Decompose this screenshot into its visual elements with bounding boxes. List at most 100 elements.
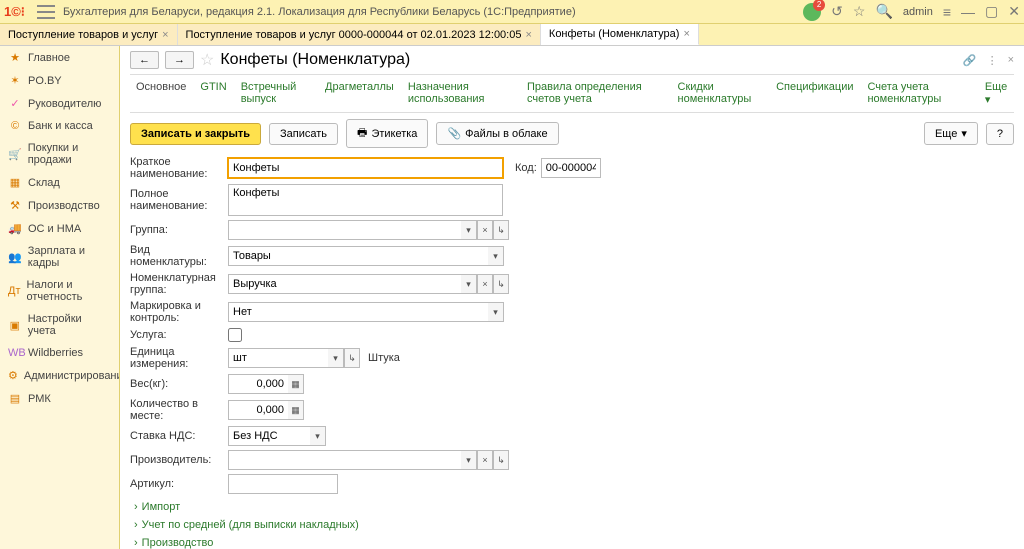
link-nazn[interactable]: Назначения использования bbox=[408, 81, 513, 106]
linkbar: Основное GTIN Встречный выпуск Драгметал… bbox=[130, 74, 1014, 113]
save-button[interactable]: Записать bbox=[269, 123, 338, 145]
dropdown-icon[interactable]: ▾ bbox=[310, 426, 326, 446]
calc-icon[interactable]: ▦ bbox=[288, 400, 304, 420]
tab-item[interactable]: Поступление товаров и услуг 0000-000044 … bbox=[178, 24, 541, 45]
close-panel-icon[interactable]: × bbox=[1008, 54, 1014, 67]
dropdown-icon[interactable]: ▾ bbox=[461, 450, 477, 470]
sidebar-item[interactable]: 🚚ОС и НМА bbox=[0, 217, 119, 240]
dropdown-icon[interactable]: ▾ bbox=[328, 348, 344, 368]
sidebar-item[interactable]: WBWildberries bbox=[0, 342, 119, 364]
service-checkbox[interactable] bbox=[228, 328, 242, 342]
dropdown-icon[interactable]: ▾ bbox=[488, 302, 504, 322]
help-button[interactable]: ? bbox=[986, 123, 1014, 145]
link-icon[interactable]: 🔗 bbox=[963, 54, 977, 67]
link-skid[interactable]: Скидки номенклатуры bbox=[678, 81, 763, 106]
close-icon[interactable]: ✕ bbox=[1008, 3, 1020, 20]
nomgroup-input[interactable] bbox=[228, 274, 461, 294]
marking-input[interactable] bbox=[228, 302, 488, 322]
clear-icon[interactable]: × bbox=[477, 274, 493, 294]
star-icon[interactable]: ☆ bbox=[200, 50, 214, 70]
producer-input[interactable] bbox=[228, 450, 461, 470]
sidebar-item[interactable]: ДтНалоги и отчетность bbox=[0, 274, 119, 308]
back-button[interactable]: ← bbox=[130, 51, 159, 69]
tab-item[interactable]: Поступление товаров и услуг× bbox=[0, 24, 178, 45]
marking-label: Маркировка и контроль: bbox=[130, 300, 228, 324]
weight-label: Вес(кг): bbox=[130, 378, 228, 390]
sidebar-item[interactable]: ✓Руководителю bbox=[0, 92, 119, 115]
tab-close-icon[interactable]: × bbox=[162, 29, 168, 41]
open-icon[interactable]: ↳ bbox=[493, 274, 509, 294]
group-input[interactable] bbox=[228, 220, 461, 240]
sidebar-item[interactable]: ▦Склад bbox=[0, 171, 119, 194]
search-icon[interactable]: 🔍 bbox=[875, 3, 892, 20]
maximize-icon[interactable]: ▢ bbox=[985, 3, 998, 20]
options-icon[interactable]: ⋮ bbox=[987, 54, 998, 67]
dropdown-icon[interactable]: ▾ bbox=[461, 220, 477, 240]
sidebar-item[interactable]: ★Главное bbox=[0, 46, 119, 69]
short-name-input[interactable] bbox=[228, 158, 503, 178]
calc-icon[interactable]: ▦ bbox=[288, 374, 304, 394]
unit-input[interactable] bbox=[228, 348, 328, 368]
link-main[interactable]: Основное bbox=[136, 81, 186, 106]
link-more[interactable]: Еще ▾ bbox=[985, 81, 1008, 106]
tab-item-active[interactable]: Конфеты (Номенклатура)× bbox=[541, 24, 699, 45]
history-icon[interactable]: ↺ bbox=[831, 3, 843, 20]
link-spec[interactable]: Спецификации bbox=[776, 81, 853, 106]
type-input[interactable] bbox=[228, 246, 488, 266]
open-icon[interactable]: ↳ bbox=[493, 220, 509, 240]
article-input[interactable] bbox=[228, 474, 338, 494]
type-label: Вид номенклатуры: bbox=[130, 244, 228, 268]
sidebar-item[interactable]: 👥Зарплата и кадры bbox=[0, 240, 119, 274]
service-label: Услуга: bbox=[130, 329, 228, 341]
sidebar-item[interactable]: ⚒Производство bbox=[0, 194, 119, 217]
cloud-files-button[interactable]: 📎Файлы в облаке bbox=[436, 122, 558, 145]
link-sche[interactable]: Счета учета номенклатуры bbox=[867, 81, 970, 106]
bank-icon: © bbox=[8, 120, 22, 132]
open-icon[interactable]: ↳ bbox=[493, 450, 509, 470]
label-button[interactable]: 🖶Этикетка bbox=[346, 119, 428, 148]
link-gtin[interactable]: GTIN bbox=[200, 81, 226, 106]
favorite-icon[interactable]: ☆ bbox=[853, 3, 866, 20]
code-input[interactable] bbox=[541, 158, 601, 178]
dropdown-icon[interactable]: ▾ bbox=[488, 246, 504, 266]
sidebar-item[interactable]: ©Банк и касса bbox=[0, 115, 119, 137]
menu-icon[interactable] bbox=[37, 5, 55, 19]
clear-icon[interactable]: × bbox=[477, 450, 493, 470]
chevron-right-icon: › bbox=[134, 537, 138, 549]
dropdown-icon[interactable]: ▾ bbox=[461, 274, 477, 294]
sidebar-item[interactable]: ⚙Администрирование bbox=[0, 364, 119, 387]
weight-input[interactable] bbox=[228, 374, 288, 394]
username[interactable]: admin bbox=[903, 6, 933, 18]
tab-close-icon[interactable]: × bbox=[683, 28, 689, 40]
more-button[interactable]: Еще ▾ bbox=[924, 122, 978, 145]
expand-avg[interactable]: ›Учет по средней (для выписки накладных) bbox=[130, 516, 1014, 534]
sidebar-item[interactable]: ▣Настройки учета bbox=[0, 308, 119, 342]
notification-icon[interactable]: 2 bbox=[803, 3, 821, 21]
sidebar-item[interactable]: 🛒Покупки и продажи bbox=[0, 137, 119, 171]
sidebar: ★Главное ✶PO.BY ✓Руководителю ©Банк и ка… bbox=[0, 46, 120, 549]
settings-icon[interactable]: ≡ bbox=[943, 4, 951, 20]
chevron-right-icon: › bbox=[134, 519, 138, 531]
sidebar-item[interactable]: ▤РМК bbox=[0, 387, 119, 410]
open-icon[interactable]: ↳ bbox=[344, 348, 360, 368]
titlebar: 1©⁝ Бухгалтерия для Беларуси, редакция 2… bbox=[0, 0, 1024, 24]
minimize-icon[interactable]: — bbox=[961, 4, 975, 20]
expand-import[interactable]: ›Импорт bbox=[130, 498, 1014, 516]
full-name-input[interactable]: Конфеты bbox=[228, 184, 503, 216]
link-prav[interactable]: Правила определения счетов учета bbox=[527, 81, 664, 106]
sidebar-item[interactable]: ✶PO.BY bbox=[0, 69, 119, 92]
poby-icon: ✶ bbox=[8, 74, 22, 87]
qty-input[interactable] bbox=[228, 400, 288, 420]
save-close-button[interactable]: Записать и закрыть bbox=[130, 123, 261, 145]
qty-label: Количество в месте: bbox=[130, 398, 228, 422]
forward-button[interactable]: → bbox=[165, 51, 194, 69]
link-drag[interactable]: Драгметаллы bbox=[325, 81, 394, 106]
vat-input[interactable] bbox=[228, 426, 310, 446]
tax-icon: Дт bbox=[8, 285, 21, 297]
expand-prod[interactable]: ›Производство bbox=[130, 534, 1014, 549]
star-icon: ★ bbox=[8, 51, 22, 64]
clear-icon[interactable]: × bbox=[477, 220, 493, 240]
link-vstr[interactable]: Встречный выпуск bbox=[241, 81, 311, 106]
tabs-bar: Поступление товаров и услуг× Поступление… bbox=[0, 24, 1024, 46]
tab-close-icon[interactable]: × bbox=[525, 29, 531, 41]
